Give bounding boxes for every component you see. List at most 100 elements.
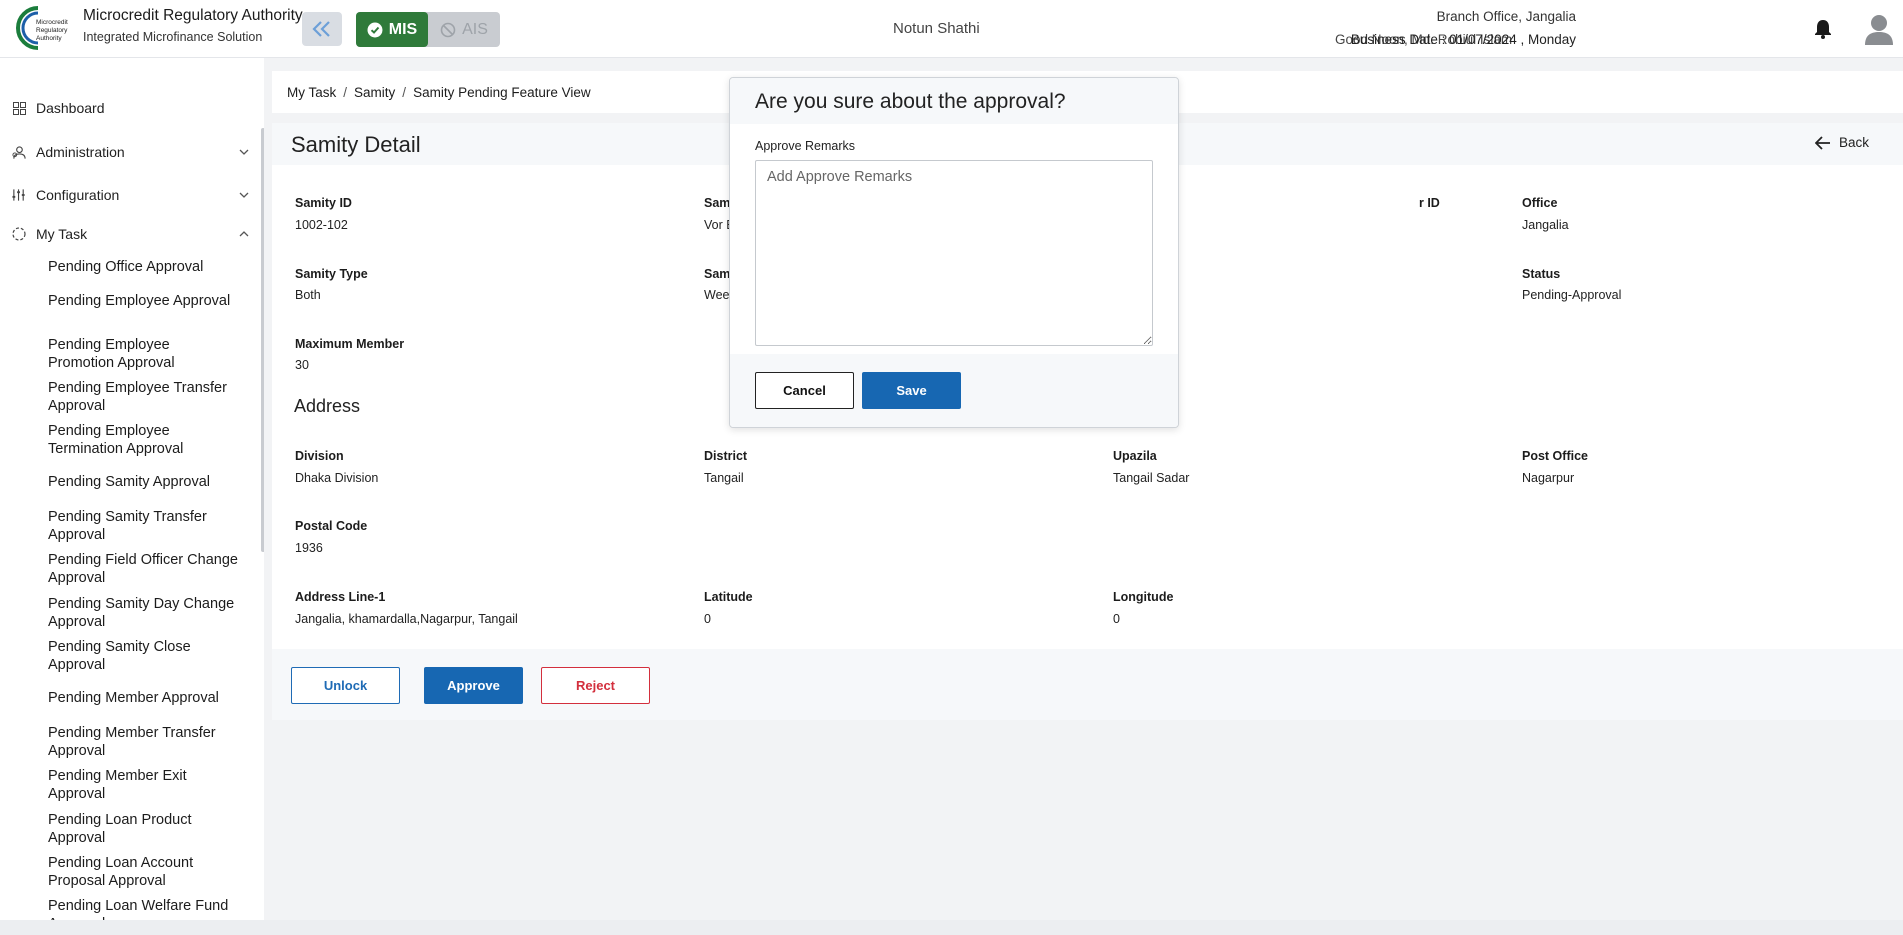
double-chevron-left-icon: [312, 21, 330, 37]
brand-subtitle: Integrated Microfinance Solution: [83, 30, 263, 44]
office-label: Office: [1522, 196, 1558, 210]
sidebar-subitem-pending-loan-welfare-fund-approval[interactable]: Pending Loan Welfare Fund Approval: [48, 897, 238, 920]
maximum-member-label: Maximum Member: [295, 337, 405, 351]
module-switch: MIS AIS: [356, 12, 500, 47]
sidebar-subitem-pending-samity-day-change-approval[interactable]: Pending Samity Day Change Approval: [48, 595, 238, 631]
sidebar-item-label: Administration: [36, 144, 125, 160]
breadcrumb-separator: /: [343, 84, 348, 100]
sidebar-item-administration[interactable]: Administration: [0, 139, 258, 165]
sidebar-item-my-task[interactable]: My Task: [0, 221, 258, 247]
unlock-button[interactable]: Unlock: [291, 667, 400, 704]
sidebar-subitem-pending-loan-product-approval[interactable]: Pending Loan Product Approval: [48, 811, 238, 847]
ban-icon: [440, 22, 456, 37]
branch-name: Branch Office, Jangalia: [1436, 9, 1576, 24]
upazila-label: Upazila: [1113, 449, 1157, 463]
bell-icon[interactable]: [1814, 19, 1832, 39]
module-ais-button[interactable]: AIS: [428, 12, 500, 47]
sidebar-item-label: My Task: [36, 226, 88, 242]
district-value: Tangail: [704, 471, 744, 485]
sidebar-subitem-pending-employee-transfer-approval[interactable]: Pending Employee Transfer Approval: [48, 379, 238, 415]
samity-day-label: Sam: [704, 267, 731, 281]
breadcrumb-item[interactable]: Samity: [354, 85, 395, 100]
sidebar-subitem-pending-member-transfer-approval[interactable]: Pending Member Transfer Approval: [48, 724, 238, 760]
cancel-button[interactable]: Cancel: [755, 372, 854, 409]
svg-text:Authority: Authority: [36, 35, 62, 42]
sidebar-subitem-pending-member-approval[interactable]: Pending Member Approval: [48, 689, 238, 707]
district-label: District: [704, 449, 748, 463]
samity-id-value: 1002-102: [295, 218, 348, 232]
office-value: Jangalia: [1522, 218, 1569, 232]
svg-text:Regulatory: Regulatory: [36, 27, 68, 34]
back-label: Back: [1838, 135, 1869, 150]
back-button[interactable]: Back: [1814, 135, 1869, 150]
sidebar-subitem-pending-employee-promotion-approval[interactable]: Pending Employee Promotion Approval: [48, 336, 238, 372]
module-mis-button[interactable]: MIS: [356, 12, 428, 47]
division-label: Division: [295, 449, 344, 463]
breadcrumb-item-current: Samity Pending Feature View: [413, 84, 591, 100]
dialog-footer: Cancel Save: [730, 354, 1178, 427]
upazila-value: Tangail Sadar: [1113, 471, 1190, 485]
sidebar-subitem-pending-samity-transfer-approval[interactable]: Pending Samity Transfer Approval: [48, 508, 238, 544]
sidebar-subitem-pending-loan-account-proposal-approval[interactable]: Pending Loan Account Proposal Approval: [48, 854, 238, 890]
dialog-header: Are you sure about the approval?: [730, 78, 1178, 124]
address-section-title: Address: [294, 396, 361, 416]
samity-name-label: Sam: [704, 196, 731, 210]
longitude-label: Longitude: [1113, 590, 1174, 604]
postal-code-label: Postal Code: [295, 519, 368, 533]
maximum-member-value: 30: [295, 358, 309, 372]
sliders-icon: [12, 188, 26, 202]
save-button[interactable]: Save: [862, 372, 961, 409]
svg-text:Microcredit: Microcredit: [36, 19, 68, 26]
approve-remarks-label: Approve Remarks: [755, 139, 856, 153]
sidebar-subitem-pending-samity-close-approval[interactable]: Pending Samity Close Approval: [48, 638, 238, 674]
grid-icon: [12, 101, 26, 115]
mra-logo-icon: Microcredit Regulatory Authority: [16, 6, 68, 50]
approve-button[interactable]: Approve: [424, 667, 523, 704]
samity-type-value: Both: [295, 288, 321, 302]
post-office-value: Nagarpur: [1522, 471, 1575, 485]
field-officer-label: r ID: [1419, 196, 1440, 210]
task-icon: [12, 227, 26, 241]
page-title: Samity Detail: [291, 132, 421, 157]
card-actions: Unlock Approve Reject: [272, 649, 1903, 720]
sidebar-subitem-pending-field-officer-change-approval[interactable]: Pending Field Officer Change Approval: [48, 551, 238, 587]
reject-button[interactable]: Reject: [541, 667, 650, 704]
chevron-down-icon: [239, 192, 249, 198]
module-ais-label: AIS: [462, 20, 488, 38]
sidebar-collapse-button[interactable]: [302, 12, 342, 46]
dialog-title: Are you sure about the approval?: [755, 90, 1066, 113]
breadcrumb-item[interactable]: My Task: [287, 85, 336, 100]
address-line1-label: Address Line-1: [295, 590, 386, 604]
chevron-down-icon: [239, 149, 249, 155]
app-name: Notun Shathi: [893, 20, 980, 37]
samity-type-label: Samity Type: [295, 267, 368, 281]
top-header: Microcredit Regulatory Authority Microcr…: [0, 0, 1903, 58]
approve-remarks-textarea[interactable]: [755, 160, 1153, 346]
sidebar: Dashboard Administration Configuration M…: [0, 58, 264, 920]
check-circle-icon: [367, 22, 383, 37]
postal-code-value: 1936: [295, 541, 323, 555]
breadcrumb-separator: /: [402, 84, 407, 100]
status-value: Pending-Approval: [1522, 288, 1622, 302]
sidebar-scrollbar[interactable]: [261, 128, 264, 552]
sidebar-subitem-pending-employee-approval[interactable]: Pending Employee Approval: [48, 292, 238, 310]
user-avatar-icon[interactable]: [1864, 13, 1894, 45]
longitude-value: 0: [1113, 612, 1120, 626]
chevron-up-icon: [239, 231, 249, 237]
bottom-strip: [0, 920, 1903, 935]
module-mis-label: MIS: [388, 20, 418, 38]
sidebar-item-dashboard[interactable]: Dashboard: [0, 95, 258, 121]
business-date: Business Date : 01/07/2024 , Monday: [1350, 32, 1576, 47]
brand-title: Microcredit Regulatory Authority: [83, 7, 303, 24]
post-office-label: Post Office: [1522, 449, 1588, 463]
sidebar-subitem-pending-employee-termination-approval[interactable]: Pending Employee Termination Approval: [48, 422, 238, 458]
sidebar-item-label: Dashboard: [36, 100, 105, 116]
sidebar-subitem-pending-member-exit-approval[interactable]: Pending Member Exit Approval: [48, 767, 238, 803]
arrow-left-icon: [1814, 135, 1830, 150]
sidebar-subitem-pending-office-approval[interactable]: Pending Office Approval: [48, 258, 238, 276]
approval-confirm-dialog: Are you sure about the approval? Approve…: [729, 77, 1179, 428]
sidebar-subitem-pending-samity-approval[interactable]: Pending Samity Approval: [48, 473, 238, 491]
sidebar-item-configuration[interactable]: Configuration: [0, 182, 258, 208]
division-value: Dhaka Division: [295, 471, 379, 485]
latitude-value: 0: [704, 612, 711, 626]
